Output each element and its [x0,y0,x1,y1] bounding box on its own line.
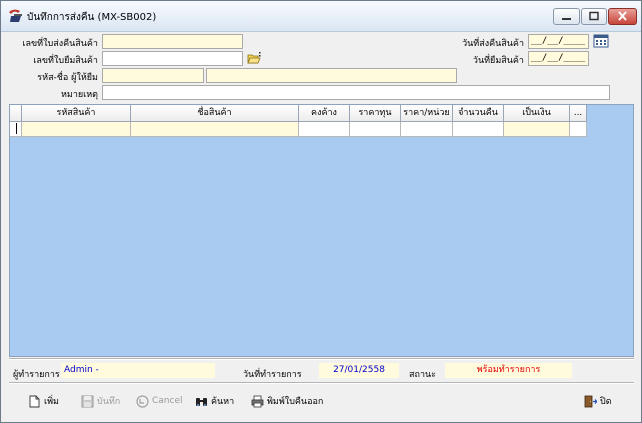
status-value: พร้อมทำรายการ [445,363,572,378]
cell-return-qty[interactable] [453,122,504,137]
column-header-return-qty[interactable]: จำนวนคืน [453,105,504,122]
return-doc-label: เลขที่ใบส่งคืนสินค้า [22,39,98,49]
add-button-label: เพิ่ม [44,397,59,407]
print-return-button[interactable]: พิมพ์ใบคืนออก [251,393,323,409]
cell-product-name[interactable] [131,122,299,137]
search-button[interactable]: ค้นหา [195,393,234,409]
column-header-cost-price[interactable]: ราคาทุน [350,105,401,122]
user-value: Admin - [61,363,215,378]
return-date-input[interactable]: __/__/____ [528,34,589,49]
cell-amount[interactable] [504,122,570,137]
note-input[interactable] [102,85,610,100]
binoculars-icon [196,397,207,406]
print-return-button-label: พิมพ์ใบคืนออก [267,397,324,407]
column-header-product-name[interactable]: ชื่อสินค้า [131,105,299,122]
column-header-unit-price[interactable]: ราคา/หน่วย [401,105,453,122]
date-label: วันที่ทำรายการ [243,370,302,380]
note-label: หมายเหตุ [60,90,98,100]
divider [9,382,634,384]
printer-icon [251,395,264,407]
borrower-name-input[interactable] [206,68,457,83]
window-title: บันทึกการส่งคืน (MX-SB002) [27,12,157,23]
save-button-label: บันทึก [97,397,121,407]
borrower-code-input[interactable] [102,68,204,83]
undo-icon [136,394,149,408]
cell-outstanding[interactable] [299,122,350,137]
new-document-icon [29,395,40,407]
minimize-button[interactable] [553,8,580,25]
minimize-icon [562,18,571,20]
divider [9,358,634,360]
search-button-label: ค้นหา [211,397,235,407]
cell-product-code[interactable] [22,122,131,137]
column-header-outstanding[interactable]: คงค้าง [299,105,350,122]
column-header-product-code[interactable]: รหัสสินค้า [22,105,131,122]
title-bar[interactable]: บันทึกการส่งคืน (MX-SB002) [1,1,641,32]
user-label: ผู้ทำรายการ [13,370,60,380]
close-window-button[interactable] [608,8,637,25]
items-grid[interactable]: รหัสสินค้า ชื่อสินค้า คงค้าง ราคาทุน ราค… [9,104,634,357]
cell-unit-price[interactable] [401,122,453,137]
save-disk-icon [81,395,94,407]
close-button-label: ปิด [600,397,612,407]
add-button[interactable]: เพิ่ม [28,393,59,409]
cell-cost-price[interactable] [350,122,401,137]
exit-door-icon [584,395,597,407]
return-doc-number-input[interactable] [102,34,243,49]
app-logo-icon [9,9,22,22]
maximize-icon [589,11,599,21]
maximize-button[interactable] [581,8,607,25]
open-folder-lookup-icon[interactable] [247,51,261,65]
calendar-icon[interactable] [593,33,609,48]
borrow-date-input[interactable]: __/__/____ [528,51,589,66]
status-label: สถานะ [409,370,436,380]
borrow-date-label: วันที่ยืมสินค้า [472,56,524,66]
return-date-label: วันที่ส่งคืนสินค้า [462,39,524,49]
grid-corner-header [10,105,22,122]
row-indicator[interactable] [10,122,22,137]
transaction-date-value: 27/01/2558 [319,363,399,378]
borrow-doc-number-input[interactable] [102,51,243,66]
cell-more[interactable] [570,122,587,137]
close-icon [618,11,627,21]
close-button[interactable]: ปิด [584,393,612,409]
column-header-amount[interactable]: เป็นเงิน [504,105,570,122]
save-button[interactable]: บันทึก [81,393,120,409]
cancel-button-label: Cancel [152,396,183,406]
borrower-label: รหัส-ชื่อ ผู้ให้ยืม [37,73,98,83]
column-header-more[interactable]: ... [570,105,587,122]
app-window: บันทึกการส่งคืน (MX-SB002) เลขที่ใบส่งคื… [0,0,642,423]
borrow-doc-label: เลขที่ใบยืมสินค้า [33,56,98,66]
cancel-button[interactable]: Cancel [136,393,183,409]
